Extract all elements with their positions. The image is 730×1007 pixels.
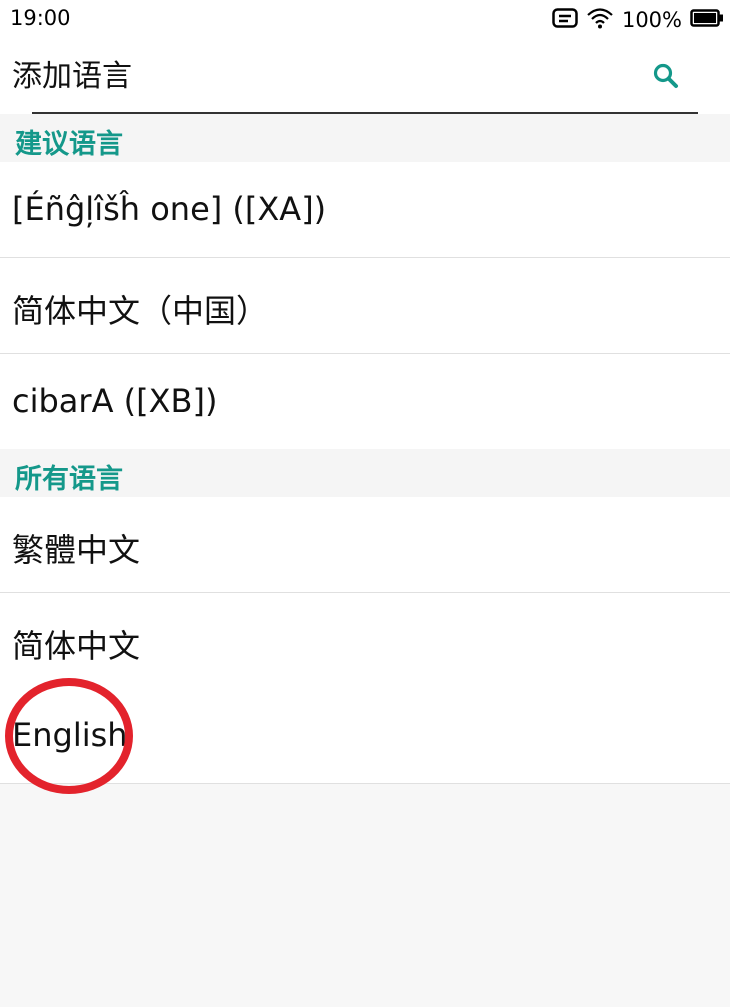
search-icon (652, 62, 680, 94)
language-label: 繁體中文 (12, 531, 141, 569)
section-title-all: 所有语言 (15, 464, 123, 495)
language-label: 简体中文 (12, 627, 141, 665)
language-item[interactable]: [Éñĝļîšĥ one] ([XA]) (0, 162, 730, 258)
battery-percentage: 100% (621, 8, 682, 32)
language-label: 简体中文（中国） (12, 292, 269, 330)
language-item-english[interactable]: English (0, 688, 730, 784)
language-item[interactable]: cibarA ([XB]) (0, 354, 730, 450)
language-label: [Éñĝļîšĥ one] ([XA]) (12, 190, 327, 228)
search-button[interactable] (648, 60, 684, 96)
status-bar: 19:00 100% (0, 0, 730, 40)
language-label: English (12, 716, 128, 754)
notification-icon (552, 8, 578, 32)
language-item[interactable]: 简体中文（中国） (0, 258, 730, 354)
status-icons: 100% (544, 6, 724, 34)
section-header-all: 所有语言 (0, 449, 730, 499)
search-input[interactable] (12, 56, 612, 96)
battery-icon (690, 9, 724, 31)
wifi-icon (586, 7, 614, 33)
search-header (0, 40, 730, 114)
section-header-suggested: 建议语言 (0, 114, 730, 164)
language-item[interactable]: 繁體中文 (0, 497, 730, 593)
language-item[interactable]: 简体中文 (0, 593, 730, 689)
status-time: 19:00 (10, 6, 71, 30)
language-label: cibarA ([XB]) (12, 382, 218, 420)
section-title-suggested: 建议语言 (15, 129, 123, 160)
